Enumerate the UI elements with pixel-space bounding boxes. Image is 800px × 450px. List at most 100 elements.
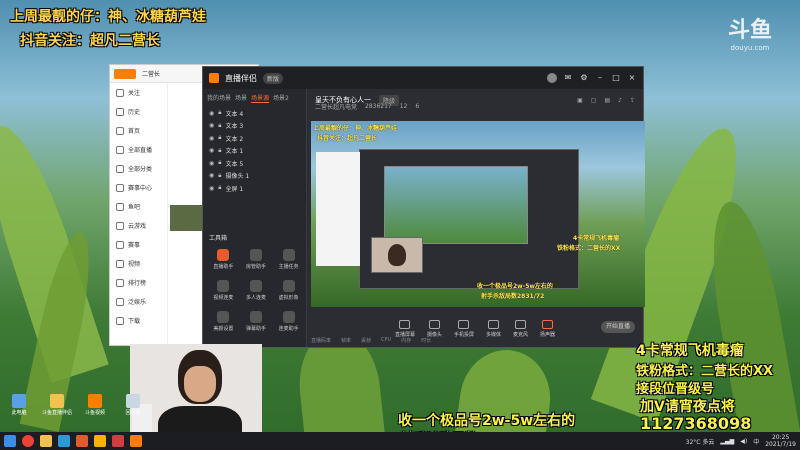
capture-screen-button[interactable]: 直播屏幕 [395,320,415,338]
network-icon[interactable]: ▂▄▆ [720,438,734,445]
minimize-icon[interactable]: – [595,73,605,83]
tool-item[interactable]: 主播任务 [272,249,305,270]
lock-icon[interactable]: 🔒︎ [218,134,221,142]
tool-icon[interactable]: ▣ [577,97,583,104]
source-item[interactable]: ◉ 🔒︎ 文本 4 [203,107,306,120]
camera-button[interactable]: 摄像头 [427,320,442,338]
douyu-nav-item[interactable]: 鱼吧 [110,197,167,216]
clock[interactable]: 20:25 2021/7/19 [765,434,796,448]
desktop-icon[interactable]: 斗鱼视频 [78,394,112,416]
tab-scene[interactable]: 场景 [235,93,247,103]
overlay-bottom-line1: 收一个极品号2w-5w左右的 [398,413,576,429]
douyu-nav-item[interactable]: 排行榜 [110,273,167,292]
lock-icon[interactable]: ▢ [591,97,597,104]
tool-item[interactable]: 美颜设置 [207,311,240,332]
heart-icon [116,88,124,97]
douyu-nav-item[interactable]: 赛事 [110,235,167,254]
douyu-nav-item[interactable]: 下载 [110,311,167,330]
lock-icon[interactable]: 🔒︎ [218,122,221,130]
room-meta-likes: 6 [415,102,420,110]
eye-icon[interactable]: ◉ [209,160,214,167]
nested-inner-preview [384,166,528,244]
douyu-nav-item[interactable]: 视频 [110,254,167,273]
source-item[interactable]: ◉ 🔒︎ 文本 2 [203,132,306,145]
tool-item[interactable]: 虚拟形象 [272,280,305,301]
folder-icon[interactable] [40,435,52,447]
start-button-icon[interactable] [4,435,16,447]
tool-item[interactable]: 房管助手 [240,249,273,270]
lock-icon[interactable]: 🔒︎ [218,147,221,155]
desktop-icon[interactable]: 斗鱼直播伴侣 [40,394,74,416]
avatar-icon[interactable] [547,73,557,83]
media-button[interactable]: 多媒体 [486,320,501,338]
eye-icon[interactable]: ◉ [209,122,214,129]
lock-icon[interactable]: 🔒︎ [218,184,221,192]
douyu-nav-item[interactable]: 全部分类 [110,159,167,178]
source-item[interactable]: ◉ 🔒︎ 摄像头 1 [203,170,306,183]
tool-item[interactable]: 直播助手 [207,249,240,270]
input-language[interactable]: 中 [753,437,759,446]
message-icon[interactable]: ✉ [563,73,573,83]
source-item[interactable]: ◉ 🔒︎ 文本 5 [203,157,306,170]
eye-icon[interactable]: ◉ [209,185,214,192]
computer-icon [12,394,26,408]
tool-item[interactable]: 视频连麦 [207,280,240,301]
eye-icon[interactable]: ◉ [209,172,214,179]
douyu-nav-item[interactable]: 历史 [110,102,167,121]
tool-item[interactable]: 弹幕助手 [240,311,273,332]
phone-cast-button[interactable]: 手机投屏 [454,320,474,338]
layout-icon[interactable]: ▤ [604,97,610,104]
start-live-button[interactable]: 开始直播 [601,321,635,333]
douyu-nav-item[interactable]: 赛事中心 [110,178,167,197]
tab-scene-2[interactable]: 场景2 [273,93,289,103]
volume-icon[interactable]: ◀) [740,438,747,445]
close-icon[interactable]: × [627,73,637,83]
eye-icon[interactable]: ◉ [209,110,214,117]
live-icon [116,145,124,154]
live-companion-window[interactable]: 直播伴侣 新版 ✉ ⚙ – □ × 我的场景 场景 场景源 场景2 ◉ 🔒︎ 文本 … [202,66,645,348]
desktop-icon[interactable]: 此电脑 [2,394,36,416]
maximize-icon[interactable]: □ [611,73,621,83]
toolbox-grid: 直播助手 房管助手 主播任务 视频连麦 多人连麦 虚拟形象 美颜设置 弹幕助手 … [207,249,305,332]
douyu-nav-item[interactable]: 云游戏 [110,216,167,235]
trophy-icon [116,183,124,192]
desktop-icon[interactable]: 回收站 [116,394,150,416]
share-icon[interactable]: ⇪ [630,97,635,104]
weather-text[interactable]: 32°C 多云 [686,437,715,446]
lock-icon[interactable]: 🔒︎ [218,109,221,117]
microphone-button[interactable]: 麦克风 [513,320,528,338]
douyu-nav-item[interactable]: 关注 [110,83,167,102]
app-icon[interactable] [94,435,106,447]
app-logo-icon [209,73,219,83]
douyu-nav-item[interactable]: 泛娱乐 [110,292,167,311]
eye-icon[interactable]: ◉ [209,147,214,154]
tab-scene-source[interactable]: 场景源 [251,93,270,103]
source-item[interactable]: ◉ 🔒︎ 文本 3 [203,120,306,133]
tab-my-scene[interactable]: 我的场景 [207,93,231,103]
cloud-icon [116,221,124,230]
douyu-stream-thumbnail[interactable] [170,205,206,231]
eye-icon[interactable]: ◉ [209,135,214,142]
douyu-nav-item[interactable]: 全部直播 [110,140,167,159]
source-item[interactable]: ◉ 🔒︎ 文本 1 [203,145,306,158]
app-icon[interactable] [76,435,88,447]
app-icon[interactable] [112,435,124,447]
tool-item[interactable]: 连麦助手 [272,311,305,332]
tool-item[interactable]: 多人连麦 [240,280,273,301]
source-item[interactable]: ◉ 🔒︎ 全屏 1 [203,182,306,195]
lock-icon[interactable]: 🔒︎ [218,159,221,167]
bell-icon[interactable]: ♪ [618,97,622,104]
chrome-icon[interactable] [22,435,34,447]
edge-icon[interactable] [58,435,70,447]
douyu-header-tab[interactable]: 二营长 [142,69,160,78]
lock-icon[interactable]: 🔒︎ [218,172,221,180]
stream-preview[interactable]: 上周最靓的仔：神、冰糖葫芦娃 抖音关注：超凡二营长 4卡常规飞机毒瘤 铁粉格式：… [311,121,645,307]
preview-text-bottom-a: 收一个极品号2w-5w左右的 [477,283,553,290]
speaker-button[interactable]: 扬声器 [540,320,555,338]
settings-icon[interactable]: ⚙ [579,73,589,83]
clock-icon [116,107,124,116]
douyu-nav-item[interactable]: 首页 [110,121,167,140]
monitor-icon [399,320,411,329]
douyu-taskbar-icon[interactable] [130,435,142,447]
desktop-icons: 此电脑 斗鱼直播伴侣 斗鱼视频 回收站 [2,394,150,416]
